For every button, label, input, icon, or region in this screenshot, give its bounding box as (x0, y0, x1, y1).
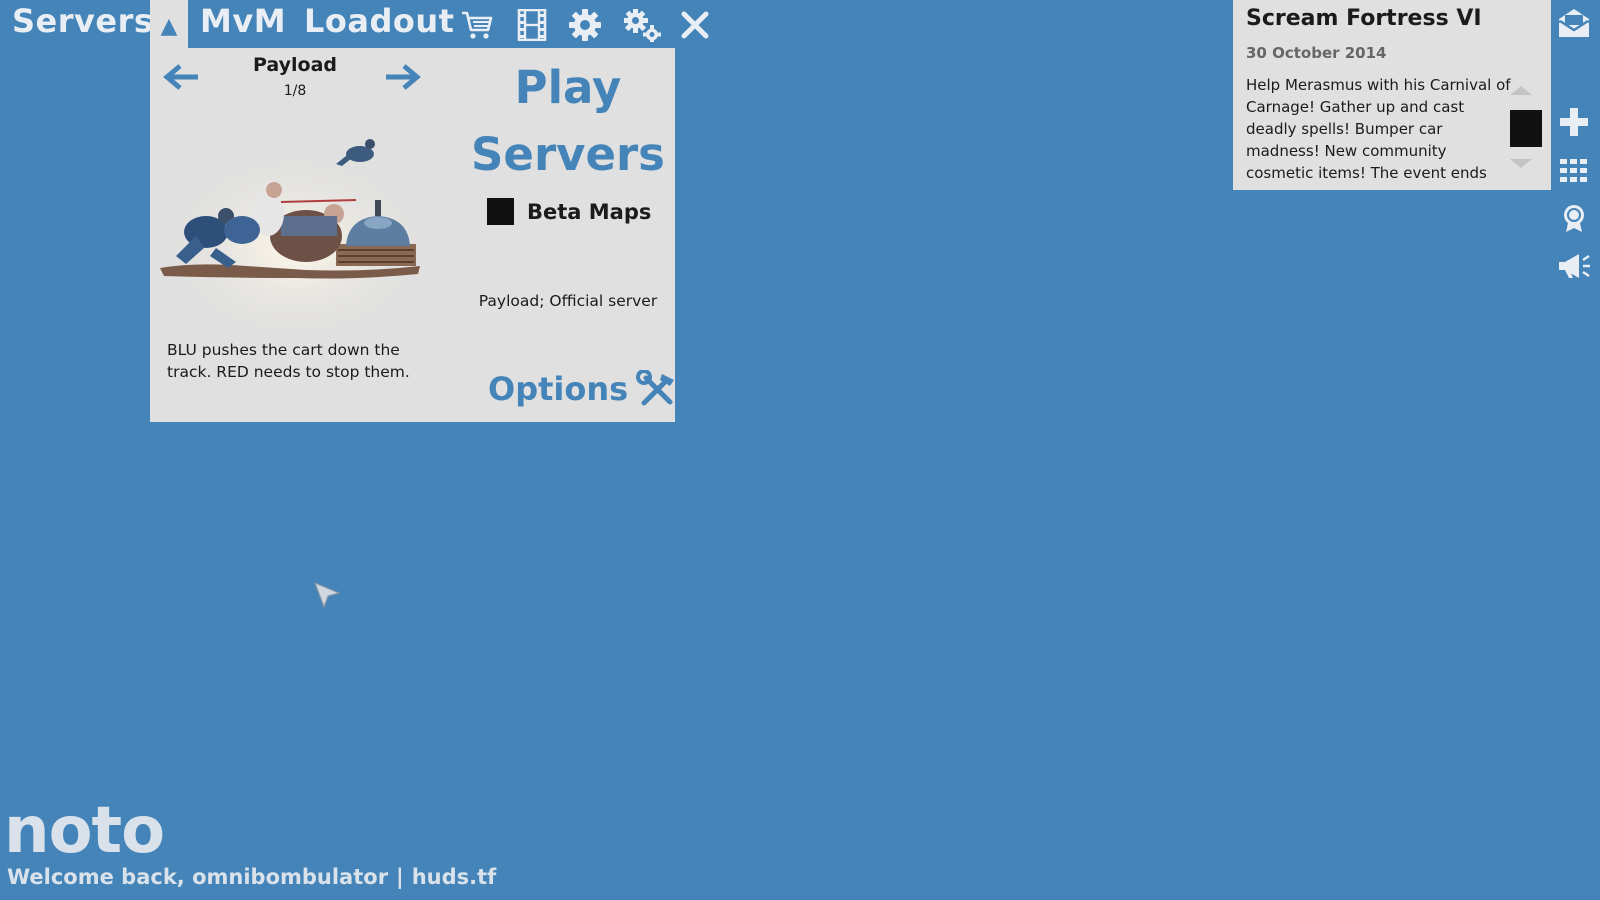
payload-mode-illustration (156, 128, 432, 333)
achievement-icon[interactable] (1556, 200, 1592, 236)
arrow-right-icon (386, 64, 421, 90)
site-link[interactable]: huds.tf (412, 865, 497, 889)
welcome-separator: | (396, 865, 404, 889)
megaphone-icon[interactable] (1556, 248, 1592, 284)
advanced-gears-icon[interactable] (622, 8, 662, 42)
news-scrollbar-thumb[interactable] (1510, 110, 1542, 147)
mode-page-indicator: 1/8 (283, 83, 307, 99)
mode-title: Payload (252, 54, 338, 76)
news-body: Help Merasmus with his Carnival of Carna… (1246, 76, 1511, 182)
welcome-text: Welcome back, omnibombulator (7, 865, 389, 889)
beta-maps-checkbox[interactable] (487, 198, 514, 225)
next-mode-button[interactable] (382, 62, 422, 92)
news-scroll-down-button[interactable] (1510, 159, 1532, 168)
gear-icon[interactable] (568, 8, 602, 42)
play-label: Play (514, 61, 622, 114)
welcome-line: Welcome back, omnibombulator | huds.tf (7, 865, 496, 889)
plus-icon[interactable] (1556, 104, 1592, 140)
server-type-label: Payload; Official server (478, 292, 658, 310)
prev-mode-button[interactable] (162, 62, 202, 92)
collapse-up-icon: ▲ (160, 14, 178, 39)
nav-servers-link[interactable]: Servers (12, 2, 153, 40)
play-servers-button[interactable]: Play Servers (468, 54, 668, 188)
mail-icon[interactable] (1556, 5, 1592, 41)
close-icon[interactable] (678, 8, 712, 42)
news-panel: Scream Fortress VI 30 October 2014 Help … (1233, 0, 1551, 190)
beta-maps-toggle[interactable]: Beta Maps (487, 198, 651, 225)
news-title[interactable]: Scream Fortress VI (1246, 6, 1482, 31)
arrow-left-icon (163, 64, 198, 90)
options-label: Options (488, 370, 629, 408)
beta-maps-label: Beta Maps (527, 199, 652, 224)
grid-icon[interactable] (1556, 153, 1592, 189)
news-date: 30 October 2014 (1246, 44, 1387, 62)
cart-icon[interactable] (460, 8, 494, 42)
tools-icon (636, 370, 675, 406)
news-scroll-up-button[interactable] (1510, 86, 1532, 95)
options-button[interactable]: Options (488, 370, 678, 408)
game-mode-panel: Payload 1/8 BLU pushes the cart down the… (150, 48, 675, 422)
nav-loadout-link[interactable]: Loadout (304, 2, 454, 40)
mode-description: BLU pushes the cart down the track. RED … (167, 341, 410, 381)
mouse-cursor-icon (314, 582, 340, 608)
hud-name-logo: noto (4, 794, 165, 868)
servers-label: Servers (471, 128, 665, 181)
nav-mvm-link[interactable]: MvM (200, 2, 286, 40)
servers-panel-toggle[interactable]: ▲ (150, 0, 188, 48)
film-icon[interactable] (515, 8, 549, 42)
